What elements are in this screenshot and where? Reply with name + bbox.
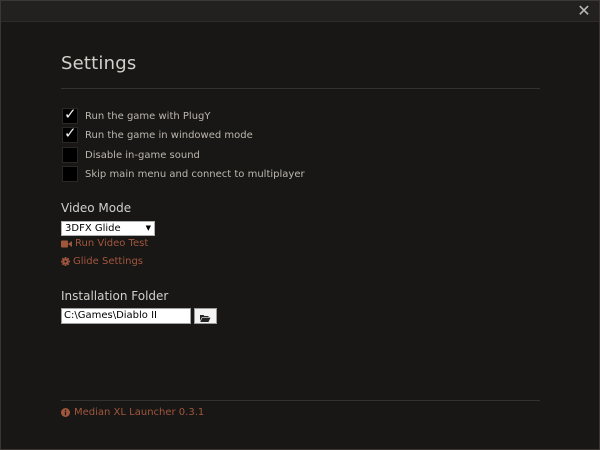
video-camera-icon (61, 240, 72, 248)
checkbox-windowed[interactable]: ✓ (62, 124, 78, 143)
browse-folder-button[interactable] (194, 308, 217, 324)
launcher-window: ✕ Settings ✓ Run the game with PlugY ✓ R… (0, 0, 600, 450)
run-video-test-link[interactable]: Run Video Test (61, 238, 148, 249)
footer-version: Median XL Launcher 0.3.1 (61, 407, 204, 418)
option-disable-sound[interactable]: Disable in-game sound (62, 147, 200, 163)
option-plugy[interactable]: ✓ Run the game with PlugY (62, 105, 211, 124)
video-mode-selected: 3DFX Glide (65, 223, 121, 234)
page-title: Settings (61, 53, 137, 74)
checkbox-plugy[interactable]: ✓ (62, 105, 78, 124)
checkbox-skip-menu[interactable] (62, 166, 78, 182)
footer-divider (61, 400, 540, 401)
gear-icon (61, 257, 70, 266)
footer-version-text: Median XL Launcher 0.3.1 (74, 407, 205, 418)
option-plugy-label[interactable]: Run the game with PlugY (85, 111, 211, 122)
installation-folder-heading: Installation Folder (61, 289, 169, 303)
close-button[interactable]: ✕ (575, 2, 593, 20)
video-mode-heading: Video Mode (61, 201, 132, 215)
option-disable-sound-label[interactable]: Disable in-game sound (85, 150, 200, 161)
checkbox-disable-sound[interactable] (62, 147, 78, 163)
checkmark-icon: ✓ (64, 124, 77, 142)
option-windowed[interactable]: ✓ Run the game in windowed mode (62, 124, 253, 143)
checkmark-icon: ✓ (64, 105, 77, 123)
chevron-down-icon: ▼ (145, 224, 151, 232)
title-bar: ✕ (1, 1, 599, 22)
folder-open-icon (200, 307, 211, 326)
run-video-test-label[interactable]: Run Video Test (75, 238, 148, 249)
glide-settings-link[interactable]: Glide Settings (61, 256, 143, 267)
video-mode-select[interactable]: 3DFX Glide ▼ (61, 221, 155, 236)
option-windowed-label[interactable]: Run the game in windowed mode (85, 130, 253, 141)
installation-path-field[interactable] (61, 308, 191, 324)
info-circle-icon (61, 408, 70, 417)
glide-settings-label[interactable]: Glide Settings (73, 256, 143, 267)
option-skip-menu-label[interactable]: Skip main menu and connect to multiplaye… (85, 169, 305, 180)
title-divider (61, 88, 540, 89)
option-skip-menu[interactable]: Skip main menu and connect to multiplaye… (62, 166, 305, 182)
